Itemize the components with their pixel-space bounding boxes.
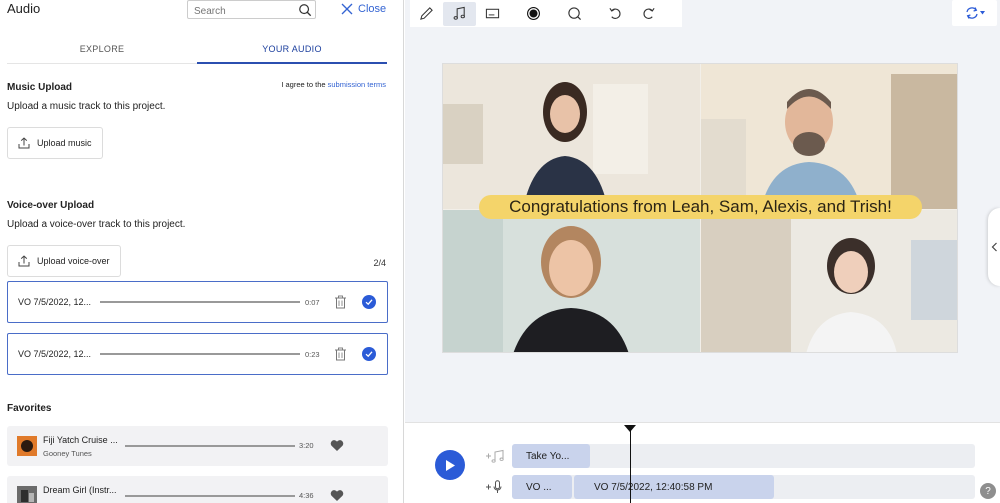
- upload-voiceover-button[interactable]: Upload voice-over: [7, 245, 121, 277]
- favorite-duration: 4:36: [299, 491, 314, 500]
- participant-video-image: [443, 64, 700, 209]
- video-tile-participant-3: [443, 210, 700, 352]
- album-art-icon: [17, 486, 37, 503]
- editor-area: Congratulations from Leah, Sam, Alexis, …: [405, 0, 1000, 503]
- favorite-progress-bar[interactable]: [125, 495, 295, 497]
- participant-video-image: [701, 210, 957, 352]
- audio-panel: Audio Close EXPLORE YOUR AUDIO I agree t…: [0, 0, 404, 503]
- terms-prefix: I agree to the: [281, 80, 326, 89]
- search-box[interactable]: [187, 0, 316, 20]
- redo-icon: [643, 8, 655, 19]
- voiceover-name: VO 7/5/2022, 12...: [18, 349, 92, 359]
- upload-music-button[interactable]: Upload music: [7, 127, 103, 159]
- voiceover-duration: 0:07: [305, 297, 320, 307]
- voiceover-progress-bar[interactable]: [100, 301, 300, 303]
- add-music-icon[interactable]: [485, 449, 505, 463]
- playhead[interactable]: [630, 427, 631, 503]
- music-upload-description: Upload a music track to this project.: [7, 101, 166, 112]
- pencil-tool[interactable]: [410, 2, 443, 26]
- pencil-icon: [420, 7, 433, 20]
- sync-dropdown-button[interactable]: [952, 0, 997, 26]
- voiceover-item[interactable]: VO 7/5/2022, 12... 0:07: [7, 281, 388, 323]
- favorite-artist: Gooney Tunes: [43, 449, 92, 458]
- close-icon: [341, 3, 353, 15]
- record-icon: [527, 7, 540, 20]
- music-upload-heading: Music Upload: [7, 82, 73, 93]
- panel-title: Audio: [7, 1, 41, 16]
- selected-check-icon[interactable]: [362, 295, 376, 309]
- participant-video-image: [443, 210, 700, 352]
- close-button[interactable]: Close: [341, 1, 386, 17]
- music-tool[interactable]: [443, 1, 476, 26]
- favorite-track[interactable]: Fiji Yatch Cruise ... Gooney Tunes 3:20: [7, 426, 388, 466]
- video-tile-participant-1: [443, 64, 700, 209]
- favorite-progress-bar[interactable]: [125, 445, 295, 447]
- music-track[interactable]: Take Yo...: [512, 444, 975, 468]
- upload-icon: [18, 255, 30, 267]
- voiceover-item[interactable]: VO 7/5/2022, 12... 0:23: [7, 333, 388, 375]
- heart-icon[interactable]: [330, 439, 344, 452]
- trash-icon[interactable]: [334, 295, 347, 309]
- favorite-track[interactable]: Dream Girl (Instr... 4:36: [7, 476, 388, 503]
- caption-tool[interactable]: [476, 2, 509, 26]
- timeline: Take Yo... VO ... VO 7/5/2022, 12:40:58 …: [405, 422, 1000, 503]
- favorite-title: Fiji Yatch Cruise ...: [43, 435, 118, 445]
- undo-button[interactable]: [599, 2, 632, 26]
- tab-your-audio[interactable]: YOUR AUDIO: [197, 39, 387, 64]
- voiceover-clip[interactable]: VO 7/5/2022, 12:40:58 PM: [574, 475, 774, 499]
- search-input[interactable]: [188, 3, 293, 20]
- zoom-tool[interactable]: [558, 2, 591, 26]
- caption-icon: [485, 8, 500, 19]
- voiceover-clip[interactable]: VO ...: [512, 475, 572, 499]
- help-button[interactable]: ?: [980, 483, 996, 499]
- music-clip[interactable]: Take Yo...: [512, 444, 590, 468]
- redo-button[interactable]: [632, 2, 665, 26]
- voiceover-count: 2/4: [373, 258, 386, 268]
- record-tool[interactable]: [517, 2, 550, 26]
- video-tile-participant-4: [701, 210, 957, 352]
- upload-icon: [18, 137, 30, 149]
- favorites-heading: Favorites: [7, 403, 52, 414]
- search-icon: [568, 7, 582, 21]
- submission-terms-link[interactable]: submission terms: [328, 80, 386, 89]
- play-button[interactable]: [435, 450, 465, 480]
- close-label: Close: [358, 3, 387, 15]
- caption-overlay[interactable]: Congratulations from Leah, Sam, Alexis, …: [479, 195, 922, 219]
- voiceover-track[interactable]: VO ... VO 7/5/2022, 12:40:58 PM: [512, 475, 975, 499]
- voiceover-upload-description: Upload a voice-over track to this projec…: [7, 219, 186, 230]
- voiceover-duration: 0:23: [305, 349, 320, 359]
- undo-icon: [609, 8, 621, 19]
- music-note-icon: [453, 6, 465, 20]
- search-icon[interactable]: [298, 3, 312, 17]
- side-panel-toggle[interactable]: [988, 208, 1000, 286]
- video-tile-participant-2: [701, 64, 957, 209]
- play-icon: [446, 459, 455, 471]
- audio-tabs: EXPLORE YOUR AUDIO: [7, 39, 387, 64]
- video-preview[interactable]: Congratulations from Leah, Sam, Alexis, …: [442, 63, 958, 353]
- upload-music-label: Upload music: [37, 138, 92, 148]
- sync-icon: [965, 7, 985, 19]
- participant-video-image: [701, 64, 957, 209]
- tab-explore[interactable]: EXPLORE: [7, 39, 197, 64]
- editor-toolbar: [410, 0, 682, 27]
- album-art-icon: [17, 436, 37, 456]
- heart-icon[interactable]: [330, 489, 344, 502]
- add-voiceover-icon[interactable]: [485, 480, 505, 494]
- upload-voiceover-label: Upload voice-over: [37, 256, 110, 266]
- trash-icon[interactable]: [334, 347, 347, 361]
- voiceover-progress-bar[interactable]: [100, 353, 300, 355]
- caption-text: Congratulations from Leah, Sam, Alexis, …: [509, 197, 892, 216]
- terms-notice: I agree to the submission terms: [281, 80, 386, 89]
- favorite-title: Dream Girl (Instr...: [43, 485, 117, 495]
- chevron-left-icon: [991, 242, 997, 252]
- voiceover-name: VO 7/5/2022, 12...: [18, 297, 92, 307]
- favorite-duration: 3:20: [299, 441, 314, 450]
- selected-check-icon[interactable]: [362, 347, 376, 361]
- voiceover-upload-heading: Voice-over Upload: [7, 200, 95, 211]
